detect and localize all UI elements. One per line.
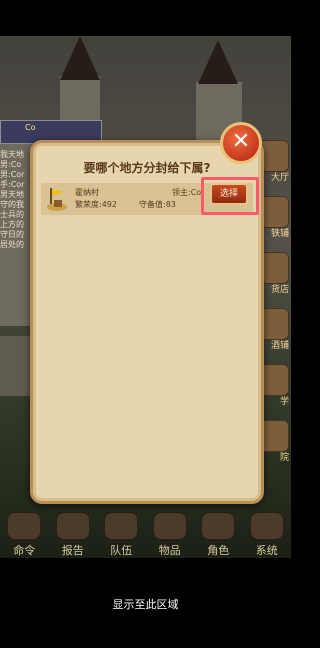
side-label-smithy: 铁铺 — [270, 229, 289, 239]
village-name: 霍纳村 — [75, 188, 99, 197]
bottom-toolbar: 命令 报告 队伍 物品 角色 系统 — [0, 512, 291, 558]
village-prosperity: 繁荣度:492 — [75, 200, 117, 209]
items-icon — [152, 512, 187, 540]
toolbar-items[interactable]: 物品 — [148, 512, 192, 558]
gear-icon — [249, 512, 284, 540]
toolbar-report[interactable]: 报告 — [51, 512, 95, 558]
toolbar-label: 命令 — [13, 544, 36, 557]
side-label-tavern: 酒铺 — [270, 341, 289, 351]
toolbar-label: 角色 — [207, 544, 230, 557]
village-lord: 领主:Co — [172, 188, 202, 197]
toolbar-label: 报告 — [61, 544, 84, 557]
toolbar-label: 物品 — [158, 544, 181, 557]
toolbar-label: 系统 — [255, 544, 278, 557]
player-name: Co — [25, 123, 36, 132]
side-label-hall: 大厅 — [270, 173, 289, 183]
bottom-hint-text: 显示至此区域 — [112, 598, 179, 611]
side-label-building: 院 — [279, 453, 289, 463]
select-button-highlight — [201, 177, 259, 215]
top-status-area — [0, 0, 291, 36]
toolbar-command[interactable]: 命令 — [2, 512, 46, 558]
command-icon — [7, 512, 42, 540]
team-icon — [104, 512, 139, 540]
report-icon — [55, 512, 90, 540]
dialog-title: 要哪个地方分封给下属? — [83, 161, 211, 175]
toolbar-team[interactable]: 队伍 — [99, 512, 143, 558]
village-defense: 守备值:83 — [139, 200, 176, 209]
toolbar-character[interactable]: 角色 — [196, 512, 240, 558]
side-label-shop: 货店 — [270, 285, 289, 295]
toolbar-label: 队伍 — [110, 544, 133, 557]
toolbar-system[interactable]: 系统 — [245, 512, 289, 558]
fief-assign-dialog: 要哪个地方分封给下属? 霍纳村 领主:Co 繁荣度:492 守备值:83 选择 — [30, 140, 264, 504]
side-label-academy: 学 — [279, 397, 289, 407]
close-button[interactable]: ✕ — [220, 122, 262, 164]
village-flag-icon — [47, 188, 67, 211]
character-icon — [201, 512, 236, 540]
